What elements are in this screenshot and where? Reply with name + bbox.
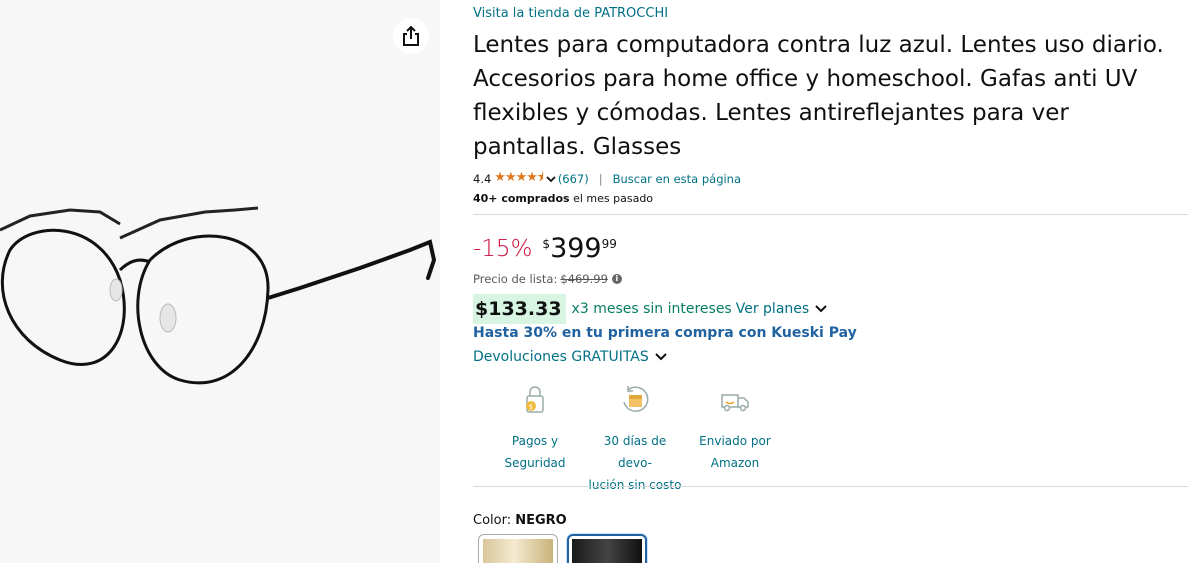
feature-label-line2: Amazon	[710, 456, 760, 470]
list-price-value: $469.99	[560, 272, 608, 286]
bought-count: 40+ comprados el mes pasado	[473, 192, 653, 205]
color-label-text: Color:	[473, 513, 516, 528]
discount-percent: -15%	[473, 236, 533, 262]
feature-icons: $ Pagos y Seguridad 30 días de devo- luc…	[485, 384, 785, 496]
price-whole: 399	[550, 233, 602, 264]
share-button[interactable]	[393, 18, 429, 54]
chevron-down-icon[interactable]	[546, 175, 556, 183]
feature-label-line2: Seguridad	[504, 456, 566, 470]
list-price-label: Precio de lista:	[473, 272, 558, 286]
price-fraction: 99	[601, 237, 617, 251]
price-row: -15% $ 399 99	[473, 232, 617, 266]
secure-payment-icon: $	[526, 386, 544, 413]
product-title: Lentes para computadora contra luz azul.…	[473, 32, 1164, 160]
feature-shipped-by-amazon[interactable]: Enviado por Amazon	[685, 384, 785, 496]
star-rating-icon[interactable]: ★★★★⯨	[494, 168, 544, 190]
list-price: Precio de lista: $469.99 i	[473, 272, 622, 286]
color-swatch-black[interactable]	[567, 534, 647, 563]
bought-count-bold: 40+ comprados	[473, 192, 570, 205]
delivery-truck-icon	[721, 394, 749, 412]
feature-label-line2: lución sin costo	[588, 478, 682, 492]
price-currency: $	[542, 237, 551, 251]
feature-label-line1: Pagos y	[511, 434, 559, 448]
feature-returns[interactable]: 30 días de devo- lución sin costo	[585, 384, 685, 496]
chevron-down-icon[interactable]	[814, 304, 828, 314]
share-icon	[403, 25, 419, 46]
kueski-promo-link[interactable]: Hasta 30% en tu primera compra con Kuesk…	[473, 325, 857, 341]
installment-offer: $133.33 x3 meses sin intereses Ver plane…	[473, 294, 828, 324]
chevron-down-icon	[655, 353, 667, 361]
feature-secure-payment[interactable]: $ Pagos y Seguridad	[485, 384, 585, 496]
return-icon	[623, 386, 649, 412]
divider	[473, 214, 1188, 215]
store-link[interactable]: Visita la tienda de PATROCCHI	[473, 6, 668, 21]
review-count-link[interactable]: (667)	[558, 172, 589, 186]
installment-text: x3 meses sin intereses	[571, 301, 732, 317]
product-image-panel[interactable]	[0, 0, 440, 563]
color-label: Color: NEGRO	[473, 513, 567, 528]
feature-label-line1: Enviado por	[699, 434, 771, 448]
divider	[473, 486, 1188, 487]
free-returns-label: Devoluciones GRATUITAS	[473, 349, 649, 365]
search-page-link[interactable]: Buscar en esta página	[613, 172, 741, 186]
feature-label-line1: 30 días de devo-	[603, 434, 667, 470]
installment-amount: $133.33	[473, 294, 566, 324]
product-glasses-image	[0, 206, 437, 385]
rating-row: 4.4 ★★★★⯨ (667) | Buscar en esta página	[473, 168, 741, 190]
rating-value: 4.4	[473, 172, 492, 186]
color-value: NEGRO	[515, 513, 567, 528]
free-returns-link[interactable]: Devoluciones GRATUITAS	[473, 349, 668, 365]
separator: |	[598, 172, 603, 186]
info-icon[interactable]: i	[611, 274, 622, 284]
svg-text:$: $	[529, 403, 533, 411]
color-swatch-gold[interactable]	[478, 534, 558, 563]
bought-count-rest: el mes pasado	[569, 192, 654, 205]
view-plans-link[interactable]: Ver planes	[736, 301, 809, 317]
